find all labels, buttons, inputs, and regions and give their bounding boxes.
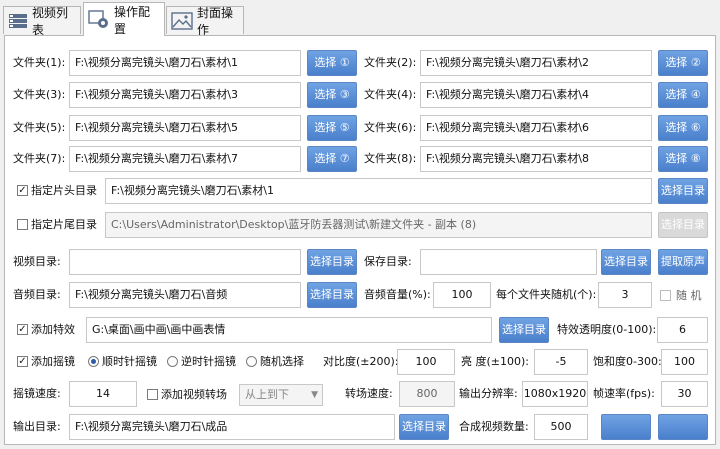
folder-6-select-button[interactable]: 选择 ⑥ bbox=[658, 115, 708, 141]
effects-checkbox[interactable]: ✓ bbox=[17, 324, 28, 335]
save-dir-input[interactable] bbox=[420, 249, 597, 275]
output-dir-input[interactable]: F:\视频分离完镜头\磨刀石\成品 bbox=[69, 414, 395, 440]
folder-7-select-button[interactable]: 选择 ⑦ bbox=[307, 146, 357, 172]
folder-6-input[interactable]: F:\视频分离完镜头\磨刀石\素材\6 bbox=[420, 115, 652, 141]
folder-1-input[interactable]: F:\视频分离完镜头\磨刀石\素材\1 bbox=[69, 50, 301, 76]
intro-checkbox[interactable]: ✓ bbox=[17, 185, 28, 196]
fps-label: 帧速率(fps): bbox=[593, 387, 655, 400]
shake-checkbox[interactable]: ✓ bbox=[17, 356, 28, 367]
folder-2-select-button[interactable]: 选择 ② bbox=[658, 50, 708, 76]
output-dir-select-button[interactable]: 选择目录 bbox=[399, 414, 449, 440]
image-icon bbox=[171, 11, 193, 31]
shake-clockwise-label: 顺时针摇镜 bbox=[102, 355, 157, 368]
folder-2-input[interactable]: F:\视频分离完镜头\磨刀石\素材\2 bbox=[420, 50, 652, 76]
transition-checkbox[interactable] bbox=[147, 389, 158, 400]
shake-speed-label: 摇镜速度: bbox=[13, 387, 61, 400]
fps-input[interactable]: 30 bbox=[661, 381, 708, 407]
folder-5-input[interactable]: F:\视频分离完镜头\磨刀石\素材\5 bbox=[69, 115, 301, 141]
folder-1-select-button[interactable]: 选择 ① bbox=[307, 50, 357, 76]
random-checkbox[interactable] bbox=[660, 290, 671, 301]
gear-icon bbox=[88, 9, 110, 30]
folder-4-input[interactable]: F:\视频分离完镜头\磨刀石\素材\4 bbox=[420, 82, 652, 108]
transition-speed-label: 转场速度: bbox=[345, 387, 393, 400]
video-count-input[interactable]: 500 bbox=[534, 414, 588, 440]
effects-opacity-label: 特效透明度(0-100): bbox=[557, 323, 657, 336]
folder-6-label: 文件夹(6): bbox=[364, 121, 417, 134]
bottom-action-button-2[interactable] bbox=[658, 414, 708, 440]
intro-dir-input[interactable]: F:\视频分离完镜头\磨刀石\素材\1 bbox=[105, 178, 652, 204]
per-folder-random-input[interactable]: 3 bbox=[598, 282, 652, 308]
effects-label: 添加特效 bbox=[31, 323, 75, 336]
folder-8-select-button[interactable]: 选择 ⑧ bbox=[658, 146, 708, 172]
effects-dir-input[interactable]: G:\桌面\画中画\画中画表情 bbox=[86, 317, 492, 343]
bottom-action-button-1[interactable] bbox=[601, 414, 651, 440]
shake-clockwise-radio[interactable] bbox=[88, 356, 99, 367]
folder-7-input[interactable]: F:\视频分离完镜头\磨刀石\素材\7 bbox=[69, 146, 301, 172]
tab-video-list[interactable]: 视频列表 bbox=[3, 6, 81, 37]
folder-3-input[interactable]: F:\视频分离完镜头\磨刀石\素材\3 bbox=[69, 82, 301, 108]
save-dir-select-button[interactable]: 选择目录 bbox=[601, 249, 651, 275]
shake-counterclockwise-radio[interactable] bbox=[167, 356, 178, 367]
folder-2-label: 文件夹(2): bbox=[364, 56, 417, 69]
saturation-label: 饱和度0-300: bbox=[593, 355, 662, 368]
contrast-input[interactable]: 100 bbox=[397, 349, 455, 375]
shake-random-label: 随机选择 bbox=[260, 355, 304, 368]
transition-select[interactable]: 从上到下 ▼ bbox=[239, 384, 323, 406]
folder-5-label: 文件夹(5): bbox=[13, 121, 66, 134]
tab-label: 操作配置 bbox=[114, 4, 151, 36]
intro-select-dir-button[interactable]: 选择目录 bbox=[658, 178, 708, 204]
audio-dir-select-button[interactable]: 选择目录 bbox=[307, 282, 357, 308]
video-dir-select-button[interactable]: 选择目录 bbox=[307, 249, 357, 275]
effects-opacity-input[interactable]: 6 bbox=[657, 317, 708, 343]
brightness-label: 亮 度(±100): bbox=[461, 355, 529, 368]
shake-counterclockwise-label: 逆时针摇镜 bbox=[181, 355, 236, 368]
audio-volume-label: 音频音量(%): bbox=[364, 288, 431, 301]
video-count-label: 合成视频数量: bbox=[459, 420, 529, 433]
brightness-input[interactable]: -5 bbox=[534, 349, 588, 375]
outro-dir-input[interactable]: C:\Users\Administrator\Desktop\蓝牙防丢器测试\新… bbox=[105, 212, 652, 238]
tab-label: 视频列表 bbox=[32, 5, 69, 37]
audio-volume-input[interactable]: 100 bbox=[433, 282, 491, 308]
chevron-down-icon: ▼ bbox=[311, 390, 318, 400]
transition-select-value: 从上到下 bbox=[245, 388, 289, 401]
tab-strip: 视频列表 操作配置 封面操作 bbox=[0, 0, 720, 37]
shake-speed-input[interactable]: 14 bbox=[69, 381, 137, 407]
tab-operation-config[interactable]: 操作配置 bbox=[83, 2, 165, 36]
random-label: 随 机 bbox=[676, 289, 702, 302]
folder-5-select-button[interactable]: 选择 ⑤ bbox=[307, 115, 357, 141]
extract-audio-button[interactable]: 提取原声 bbox=[658, 249, 708, 275]
saturation-input[interactable]: 100 bbox=[661, 349, 708, 375]
transition-label: 添加视频转场 bbox=[161, 388, 227, 401]
tab-label: 封面操作 bbox=[197, 5, 234, 37]
folder-1-label: 文件夹(1): bbox=[13, 56, 66, 69]
transition-speed-input[interactable]: 800 bbox=[399, 381, 455, 407]
effects-select-dir-button[interactable]: 选择目录 bbox=[499, 317, 549, 343]
per-folder-random-label: 每个文件夹随机(个): bbox=[496, 288, 597, 301]
config-panel: 文件夹(1): F:\视频分离完镜头\磨刀石\素材\1 选择 ① 文件夹(2):… bbox=[4, 35, 716, 445]
list-icon bbox=[8, 11, 28, 31]
outro-label: 指定片尾目录 bbox=[31, 218, 97, 231]
folder-8-input[interactable]: F:\视频分离完镜头\磨刀石\素材\8 bbox=[420, 146, 652, 172]
folder-8-label: 文件夹(8): bbox=[364, 152, 417, 165]
folder-4-select-button[interactable]: 选择 ④ bbox=[658, 82, 708, 108]
video-dir-label: 视频目录: bbox=[13, 255, 61, 268]
output-dir-label: 输出目录: bbox=[13, 420, 61, 433]
folder-7-label: 文件夹(7): bbox=[13, 152, 66, 165]
shake-random-radio[interactable] bbox=[246, 356, 257, 367]
shake-label: 添加摇镜 bbox=[31, 355, 75, 368]
video-dir-input[interactable] bbox=[69, 249, 301, 275]
folder-4-label: 文件夹(4): bbox=[364, 88, 417, 101]
outro-checkbox[interactable] bbox=[17, 219, 28, 230]
tab-cover-operation[interactable]: 封面操作 bbox=[166, 6, 244, 37]
save-dir-label: 保存目录: bbox=[364, 255, 412, 268]
output-resolution-label: 输出分辨率: bbox=[459, 387, 518, 400]
audio-dir-label: 音频目录: bbox=[13, 288, 61, 301]
folder-3-select-button[interactable]: 选择 ③ bbox=[307, 82, 357, 108]
intro-label: 指定片头目录 bbox=[31, 184, 97, 197]
contrast-label: 对比度(±200): bbox=[323, 355, 399, 368]
audio-dir-input[interactable]: F:\视频分离完镜头\磨刀石\音频 bbox=[69, 282, 301, 308]
folder-3-label: 文件夹(3): bbox=[13, 88, 66, 101]
output-resolution-input[interactable]: 1080x1920 bbox=[522, 381, 588, 407]
outro-select-dir-button[interactable]: 选择目录 bbox=[658, 212, 708, 238]
